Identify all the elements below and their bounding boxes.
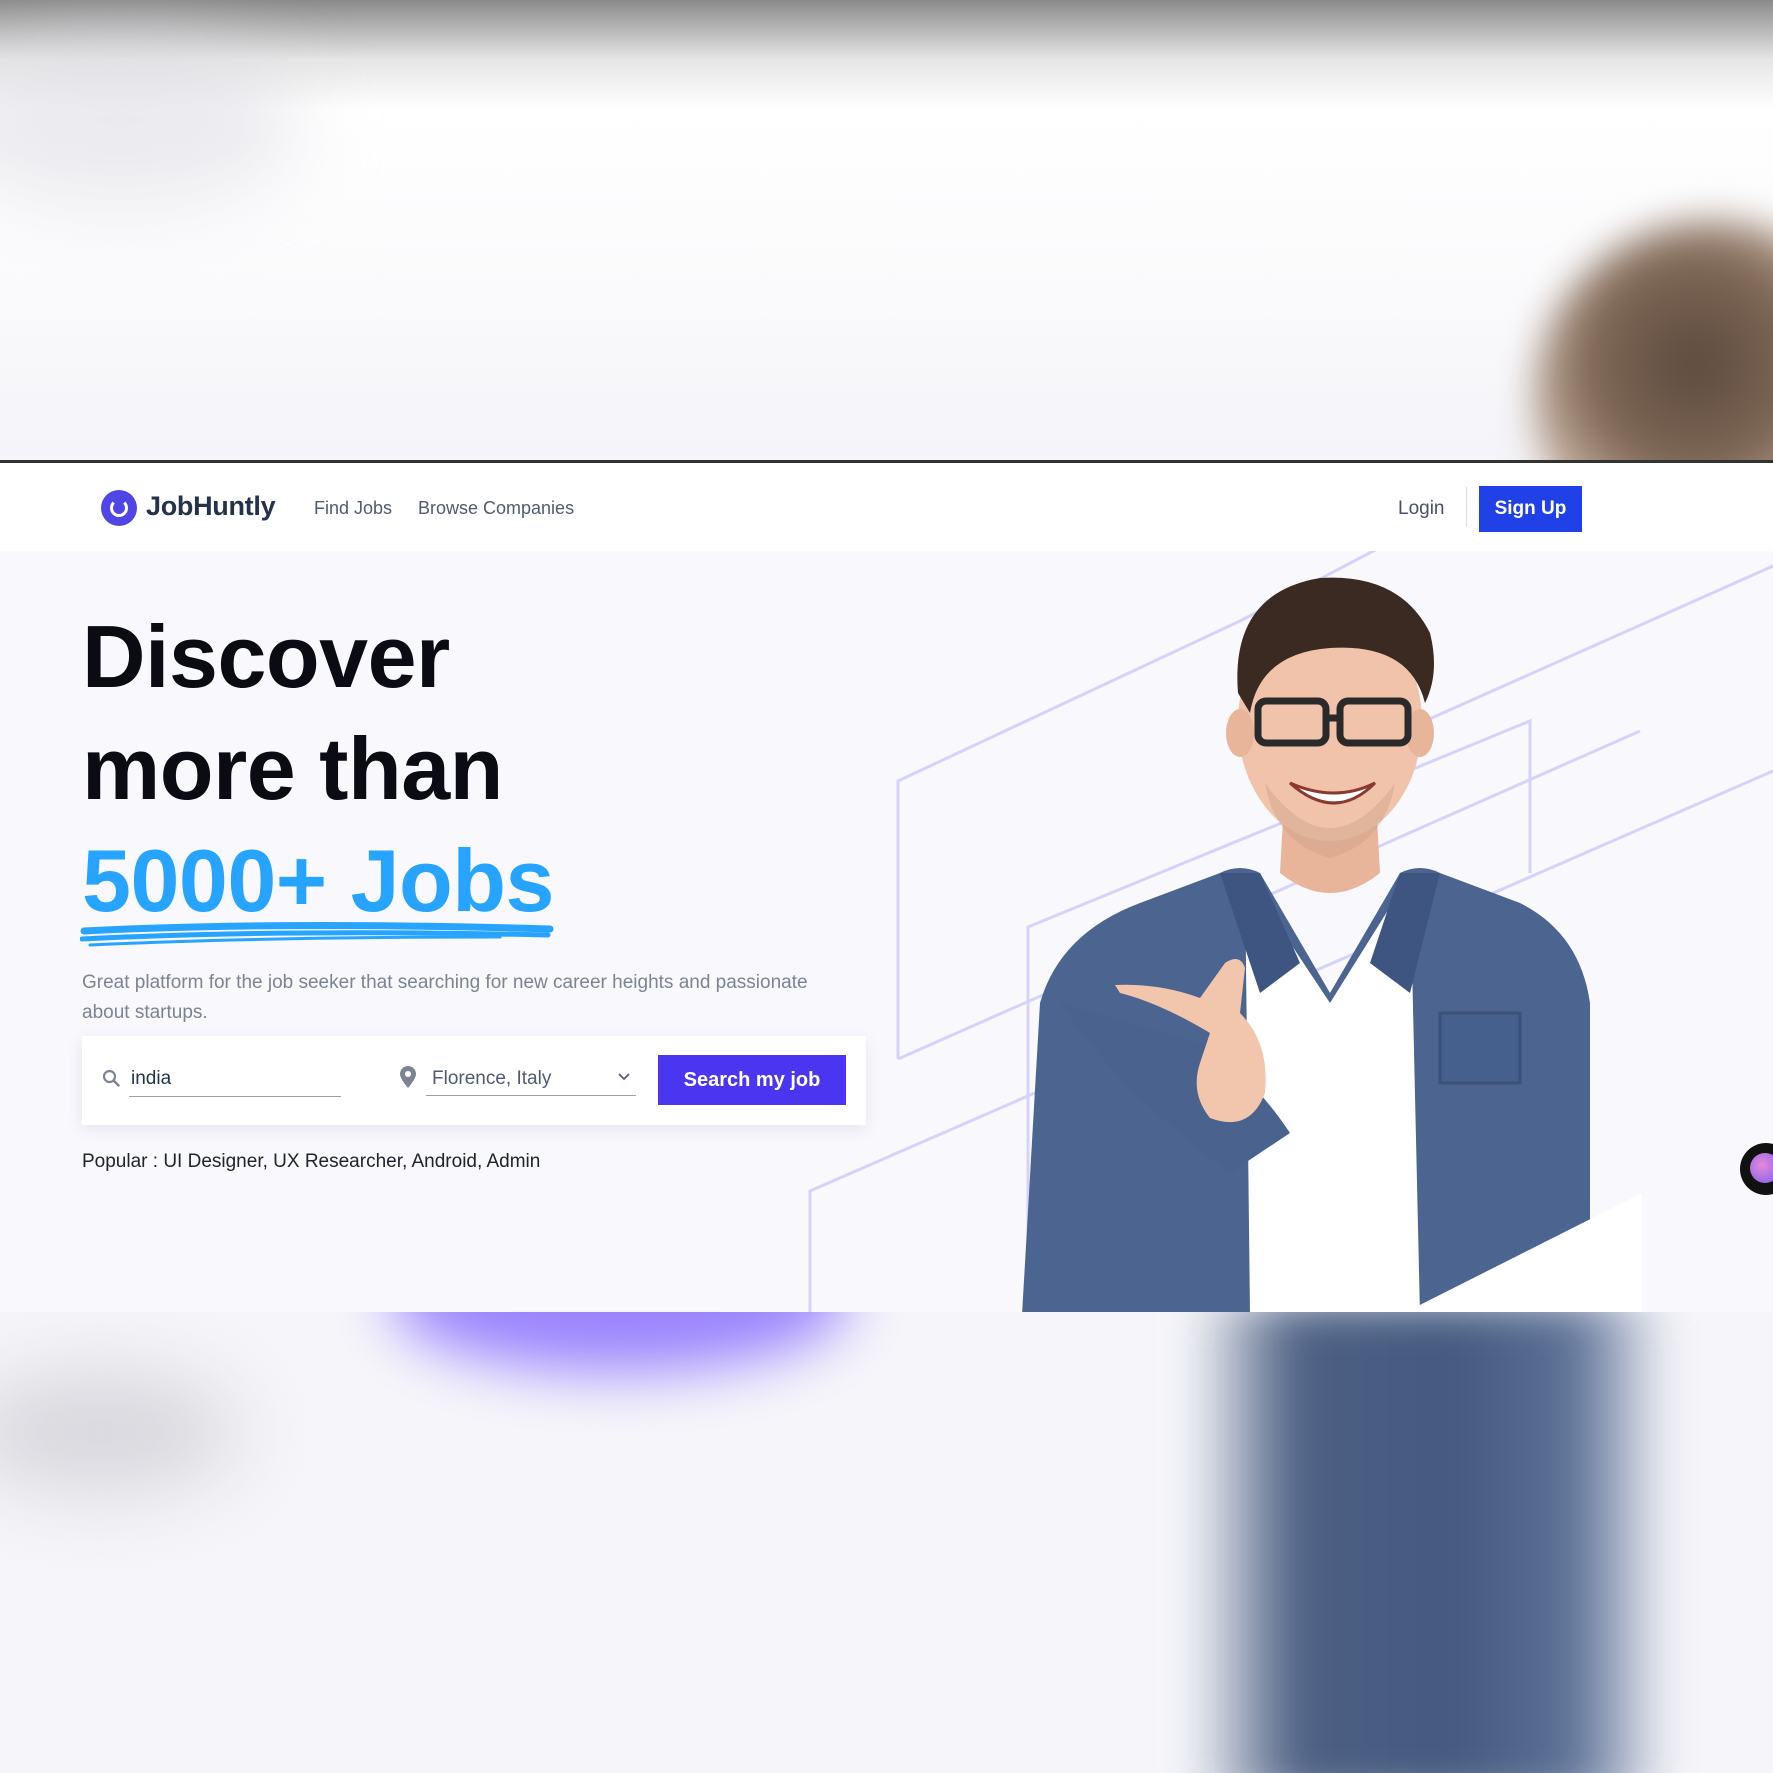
- location-value: Florence, Italy: [432, 1068, 552, 1089]
- backdrop-smudge-bottom: [0, 1372, 240, 1492]
- hero-description: Great platform for the job seeker that s…: [82, 972, 808, 1023]
- location-pin-icon: [400, 1066, 416, 1088]
- hero-person-image: [1022, 577, 1590, 1312]
- nav-link-find-jobs[interactable]: Find Jobs: [314, 498, 392, 519]
- hero-heading-line-1: Discover: [82, 607, 450, 706]
- highlight-underline-scribble: [80, 921, 554, 947]
- backdrop-blurred-shirt: [1190, 1312, 1670, 1773]
- search-icon: [102, 1069, 120, 1087]
- search-jobs-button[interactable]: Search my job: [658, 1055, 846, 1105]
- hero-heading-highlight: 5000+ Jobs: [82, 831, 555, 930]
- screenshot-panel: JobHuntly Find Jobs Browse Companies Log…: [0, 460, 1773, 1312]
- hero-heading-line-2: more than: [82, 719, 503, 818]
- top-navbar: JobHuntly Find Jobs Browse Companies Log…: [0, 463, 1773, 551]
- job-title-input[interactable]: [129, 1062, 341, 1097]
- job-search-form: Florence, Italy Search my job: [82, 1036, 866, 1125]
- nav-link-browse-companies[interactable]: Browse Companies: [418, 498, 574, 519]
- brand-name[interactable]: JobHuntly: [146, 491, 276, 522]
- backdrop-purple-glow: [390, 1312, 850, 1372]
- signup-button[interactable]: Sign Up: [1479, 486, 1582, 532]
- blurred-backdrop-top: [0, 0, 1773, 460]
- nav-divider: [1466, 487, 1467, 527]
- popular-searches: Popular : UI Designer, UX Researcher, An…: [82, 1151, 541, 1172]
- backdrop-blurred-head: [1533, 220, 1773, 460]
- location-dropdown[interactable]: Florence, Italy: [426, 1062, 636, 1096]
- chevron-down-icon: [618, 1073, 630, 1081]
- blurred-backdrop-bottom: [0, 1312, 1773, 1773]
- logo-icon[interactable]: [101, 490, 137, 526]
- backdrop-smudge: [0, 40, 300, 200]
- login-button[interactable]: Login: [1398, 498, 1445, 520]
